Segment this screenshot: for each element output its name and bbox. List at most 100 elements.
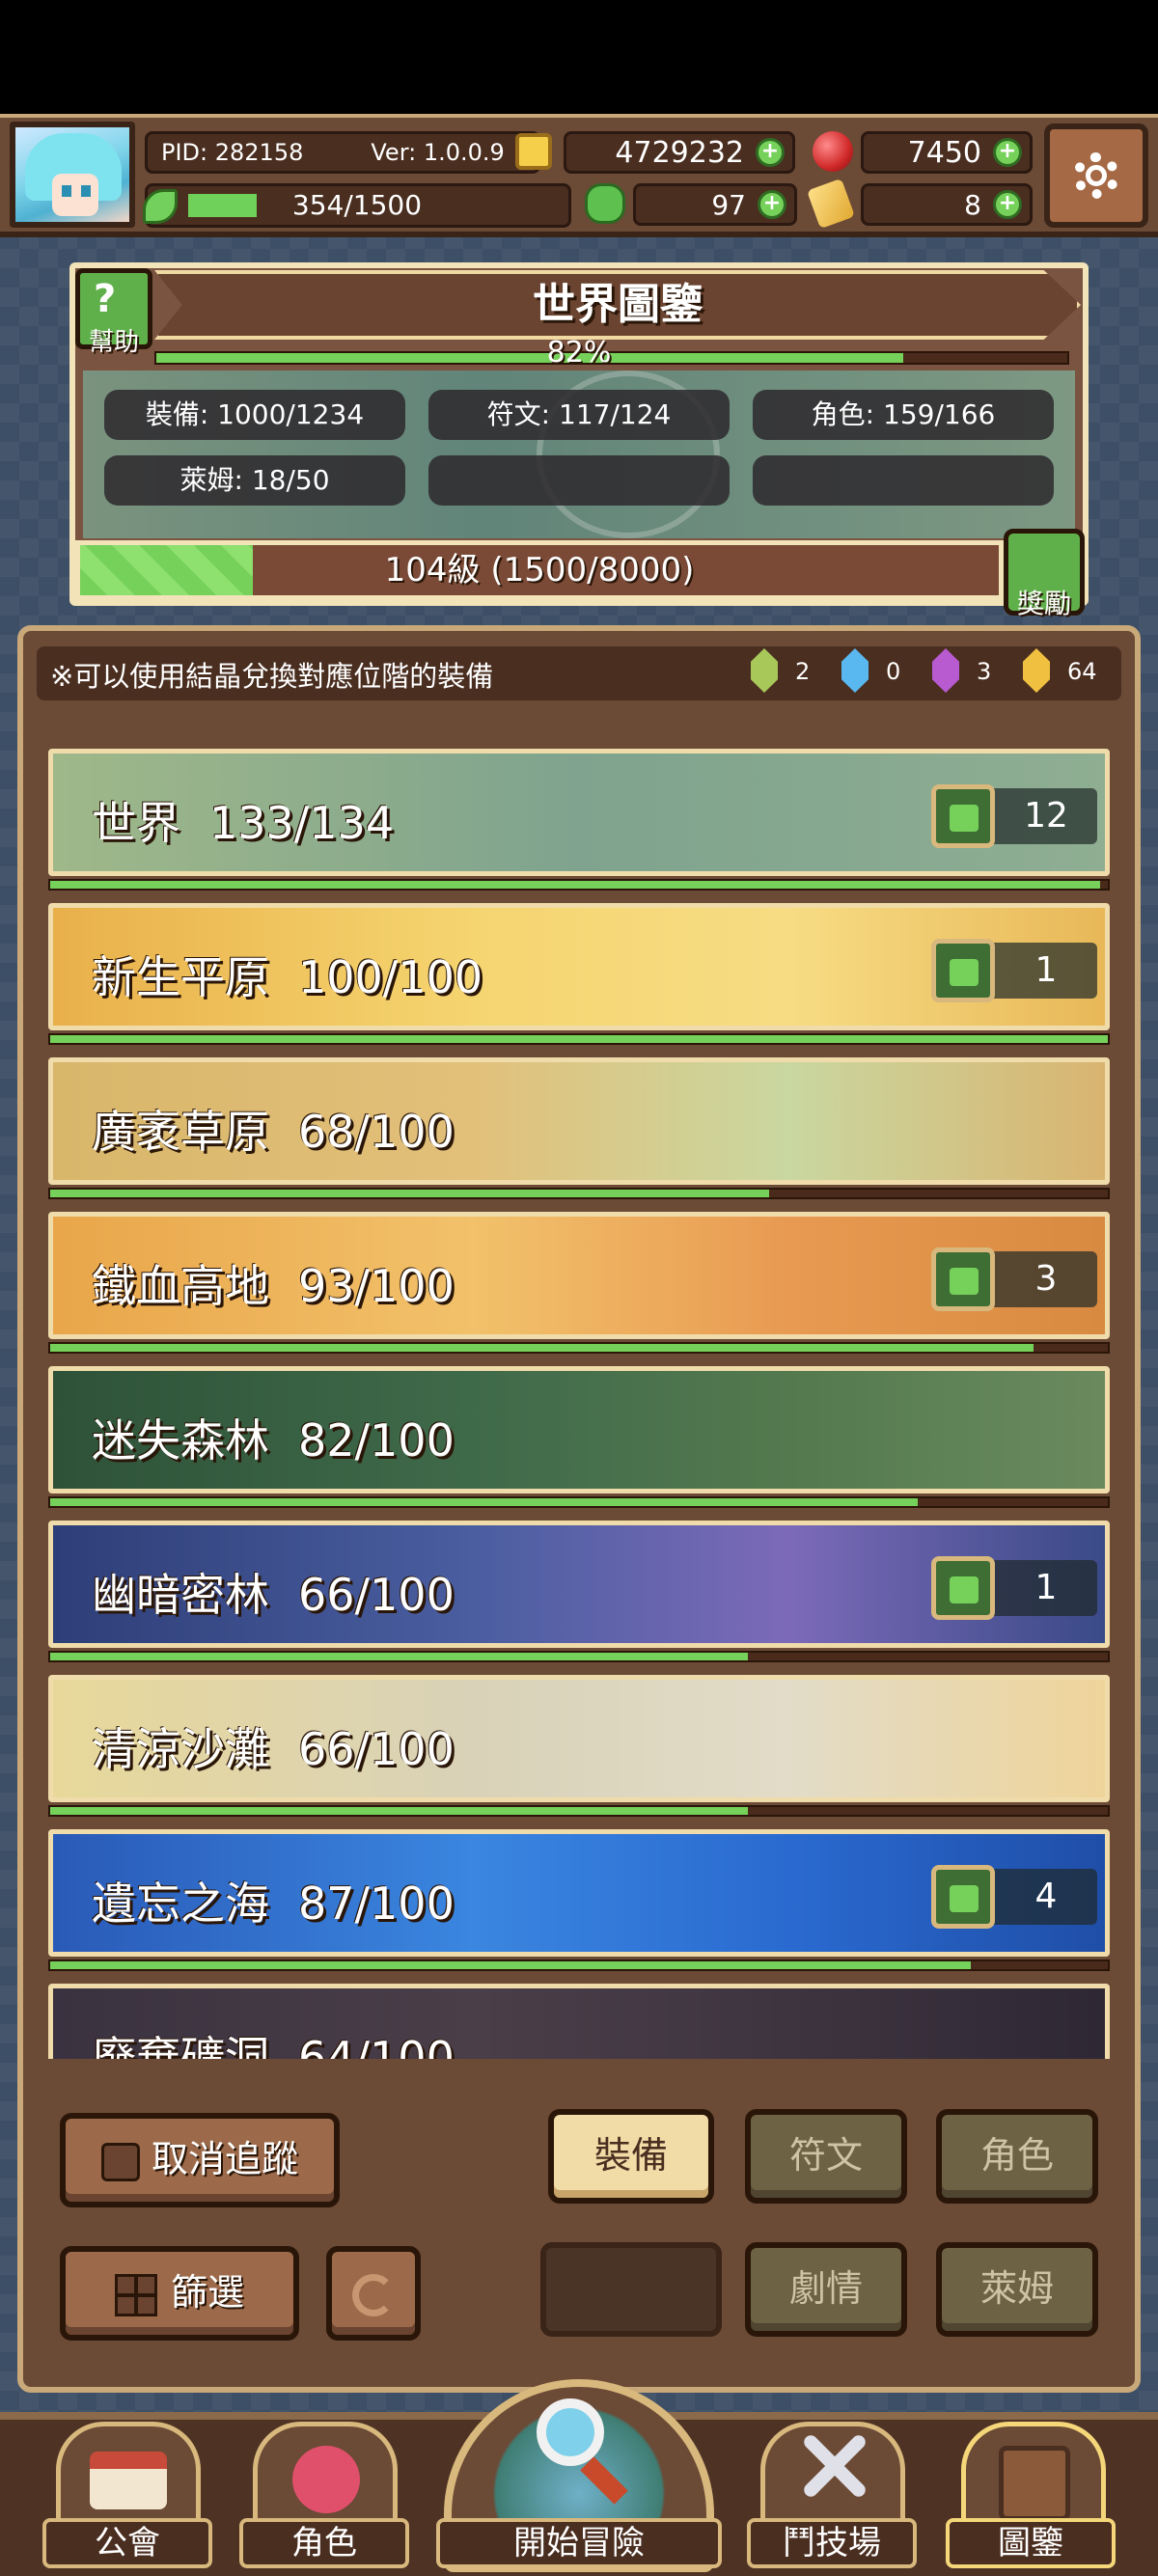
add-gem-button[interactable]: +: [993, 138, 1022, 167]
region-progress: 93/100: [298, 1260, 455, 1312]
tracked-count-badge[interactable]: 12: [931, 784, 1097, 848]
stat-empty-1: [428, 455, 730, 506]
stat-slimes: 萊姆: 18/50: [104, 455, 405, 506]
character-icon: [292, 2446, 360, 2513]
thumbs-up-icon: [931, 1556, 995, 1620]
region-banner: 遺忘之海 87/100 4: [48, 1829, 1110, 1957]
region-name: 廢棄礦洞 64/100: [92, 2023, 455, 2059]
tracked-count: 1: [1034, 1568, 1058, 1607]
region-progress-bar: [48, 1342, 1110, 1354]
encyclopedia-level-bar: 104級 (1500/8000): [75, 540, 1004, 600]
region-progress-bar: [48, 1959, 1110, 1971]
tracked-count: 3: [1034, 1259, 1058, 1299]
region-row[interactable]: 廣袤草原 68/100: [48, 1057, 1110, 1202]
encyclopedia-title: 世界圖鑒: [533, 280, 703, 329]
nav-arena-label[interactable]: 鬥技場: [747, 2518, 917, 2568]
thumbs-up-icon: [931, 1865, 995, 1929]
clover-amount: 97: [711, 188, 746, 221]
add-clover-button[interactable]: +: [758, 190, 786, 219]
reward-label: 獎勵: [1016, 588, 1071, 619]
tracked-count-badge[interactable]: 4: [931, 1865, 1097, 1929]
tracked-count-badge[interactable]: 1: [931, 1556, 1097, 1620]
region-row[interactable]: 幽暗密林 66/100 1: [48, 1521, 1110, 1665]
nav-character-label[interactable]: 角色: [239, 2518, 409, 2568]
region-row[interactable]: 遺忘之海 87/100 4: [48, 1829, 1110, 1974]
region-list[interactable]: 世界 133/134 12 新生平原 100/100 1 廣袤草原 68/100 鐵血高地 93/…: [39, 733, 1119, 2059]
region-progress-bar: [48, 1651, 1110, 1662]
clover-counter: 97 +: [633, 183, 797, 226]
encyclopedia-level-text: 104級 (1500/8000): [384, 551, 695, 589]
grid-icon: [114, 2273, 157, 2316]
key-counter: 8 +: [861, 183, 1033, 226]
region-name: 清涼沙灘 66/100: [92, 1714, 455, 1778]
region-progress-bar: [48, 1033, 1110, 1045]
region-row[interactable]: 迷失森林 82/100: [48, 1366, 1110, 1511]
refresh-icon: [352, 2273, 395, 2316]
reset-button[interactable]: [326, 2246, 421, 2341]
nav-start-label[interactable]: 開始冒險: [436, 2518, 722, 2568]
region-progress: 82/100: [298, 1414, 455, 1466]
tracked-count-badge[interactable]: 3: [931, 1247, 1097, 1311]
region-name: 新生平原 100/100: [92, 943, 482, 1006]
guild-house-icon: [90, 2452, 167, 2509]
crystal-count: 64: [1067, 658, 1097, 685]
help-label: 幫助: [88, 328, 139, 357]
region-title: 清涼沙灘: [92, 1723, 269, 1775]
region-banner: 新生平原 100/100 1: [48, 903, 1110, 1030]
untrack-button[interactable]: 取消追蹤: [60, 2113, 340, 2207]
tab-runes[interactable]: 符文: [745, 2109, 907, 2204]
add-key-button[interactable]: +: [993, 190, 1022, 219]
region-progress-bar: [48, 879, 1110, 891]
gem-amount: 7450: [907, 135, 981, 170]
filter-button[interactable]: 篩選: [60, 2246, 299, 2341]
region-row[interactable]: 世界 133/134 12: [48, 749, 1110, 893]
tab-empty-slot: [540, 2242, 722, 2337]
player-id: PID: 282158: [161, 139, 304, 166]
region-banner: 世界 133/134 12: [48, 749, 1110, 876]
region-name: 遺忘之海 87/100: [92, 1869, 455, 1932]
red-gem-icon: [813, 131, 853, 172]
region-banner: 廣袤草原 68/100: [48, 1057, 1110, 1185]
thumbs-up-icon: [931, 939, 995, 1002]
region-progress: 133/134: [209, 797, 395, 849]
tracked-count: 12: [1024, 796, 1068, 836]
region-row[interactable]: 廢棄礦洞 64/100: [48, 1984, 1110, 2059]
gold-amount: 4729232: [615, 135, 744, 170]
region-progress: 100/100: [298, 951, 483, 1003]
region-row[interactable]: 新生平原 100/100 1: [48, 903, 1110, 1048]
region-name: 鐵血高地 93/100: [92, 1251, 455, 1315]
nav-codex-label[interactable]: 圖鑒: [946, 2518, 1116, 2568]
region-title: 迷失森林: [92, 1414, 269, 1466]
crystal-count: 2: [795, 658, 811, 685]
region-progress: 66/100: [298, 1723, 455, 1775]
region-title: 新生平原: [92, 951, 269, 1003]
region-progress-bar: [48, 1188, 1110, 1199]
tab-characters[interactable]: 角色: [936, 2109, 1098, 2204]
region-name: 幽暗密林 66/100: [92, 1560, 455, 1624]
nav-guild-label[interactable]: 公會: [42, 2518, 212, 2568]
settings-gear-button[interactable]: [1044, 123, 1148, 228]
region-title: 廣袤草原: [92, 1106, 269, 1158]
tab-slimes[interactable]: 萊姆: [936, 2242, 1098, 2337]
book-icon: [999, 2446, 1070, 2521]
thumbs-up-icon: [931, 1247, 995, 1311]
region-title: 遺忘之海: [92, 1877, 269, 1930]
encyclopedia-title-banner: 世界圖鑒: [154, 270, 1081, 340]
key-amount: 8: [964, 188, 981, 221]
region-progress-bar: [48, 1496, 1110, 1508]
stat-characters: 角色: 159/166: [753, 390, 1054, 440]
region-progress: 68/100: [298, 1106, 455, 1158]
completion-percent: 82%: [546, 336, 612, 370]
region-row[interactable]: 鐵血高地 93/100 3: [48, 1212, 1110, 1357]
region-name: 迷失森林 82/100: [92, 1406, 455, 1469]
tab-story[interactable]: 劇情: [745, 2242, 907, 2337]
add-gold-button[interactable]: +: [756, 138, 785, 167]
region-row[interactable]: 清涼沙灘 66/100: [48, 1675, 1110, 1820]
stat-runes: 符文: 117/124: [428, 390, 730, 440]
region-title: 幽暗密林: [92, 1569, 269, 1621]
game-version: Ver: 1.0.0.9: [371, 139, 505, 166]
region-progress-bar: [48, 1805, 1110, 1817]
player-avatar[interactable]: [10, 122, 135, 228]
tab-equipment[interactable]: 裝備: [548, 2109, 714, 2204]
tracked-count-badge[interactable]: 1: [931, 939, 1097, 1002]
